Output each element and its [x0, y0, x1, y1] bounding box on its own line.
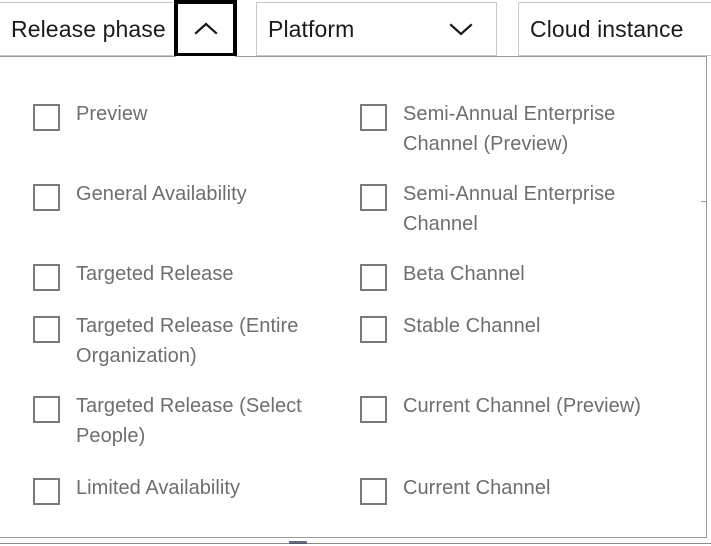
checkbox-icon[interactable] — [33, 396, 60, 423]
option-row[interactable]: Current Channel (Preview) — [360, 395, 680, 423]
filter-release-phase-label: Release phase — [11, 15, 166, 42]
release-phase-expand-toggle[interactable] — [174, 0, 237, 57]
page-scroll-marker — [289, 541, 307, 544]
filter-cloud-instance[interactable]: Cloud instance — [518, 2, 711, 56]
option-label: Current Channel — [403, 477, 551, 499]
option-label: Targeted Release (Entire Organization) — [76, 315, 299, 367]
platform-expand-toggle[interactable] — [426, 3, 496, 55]
filter-cloud-instance-label: Cloud instance — [530, 15, 684, 42]
option-row[interactable]: Targeted Release — [33, 263, 343, 291]
checkbox-icon[interactable] — [33, 184, 60, 211]
option-label: Targeted Release (Select People) — [76, 395, 302, 447]
filter-platform-label: Platform — [268, 15, 355, 42]
option-label: Preview — [76, 103, 148, 125]
checkbox-icon[interactable] — [33, 264, 60, 291]
option-row[interactable]: General Availability — [33, 183, 343, 211]
option-label: Semi-Annual Enterprise Channel — [403, 183, 616, 235]
release-phase-dropdown-panel: Preview General Availability Targeted Rele… — [0, 56, 707, 538]
page-divider — [0, 543, 711, 544]
option-label: Semi-Annual Enterprise Channel (Preview) — [403, 103, 616, 155]
option-label: General Availability — [76, 183, 247, 205]
option-row[interactable]: Beta Channel — [360, 263, 680, 291]
checkbox-icon[interactable] — [360, 184, 387, 211]
release-phase-option-list: Preview General Availability Targeted Rele… — [0, 57, 706, 537]
option-label: Stable Channel — [403, 315, 541, 337]
chevron-down-icon — [449, 22, 473, 35]
option-row[interactable]: Targeted Release (Select People) — [33, 395, 343, 451]
option-row[interactable]: Preview — [33, 103, 343, 131]
checkbox-icon[interactable] — [33, 316, 60, 343]
option-row[interactable]: Semi-Annual Enterprise Channel — [360, 183, 680, 239]
filter-platform[interactable]: Platform — [256, 2, 497, 56]
checkbox-icon[interactable] — [360, 316, 387, 343]
chevron-up-icon — [193, 22, 218, 35]
option-row[interactable]: Limited Availability — [33, 477, 343, 505]
option-label: Targeted Release — [76, 263, 234, 285]
checkbox-icon[interactable] — [360, 104, 387, 131]
checkbox-icon[interactable] — [360, 396, 387, 423]
filter-bar: Release phase Platform Cloud instance — [0, 0, 711, 57]
filter-release-phase[interactable]: Release phase — [0, 2, 173, 56]
option-row[interactable]: Stable Channel — [360, 315, 680, 343]
option-label: Limited Availability — [76, 477, 241, 499]
option-label: Beta Channel — [403, 263, 525, 285]
checkbox-icon[interactable] — [33, 478, 60, 505]
checkbox-icon[interactable] — [33, 104, 60, 131]
option-row[interactable]: Semi-Annual Enterprise Channel (Preview) — [360, 103, 680, 159]
option-row[interactable]: Targeted Release (Entire Organization) — [33, 315, 343, 371]
option-label: Current Channel (Preview) — [403, 395, 642, 417]
option-row[interactable]: Current Channel — [360, 477, 680, 505]
checkbox-icon[interactable] — [360, 264, 387, 291]
checkbox-icon[interactable] — [360, 478, 387, 505]
